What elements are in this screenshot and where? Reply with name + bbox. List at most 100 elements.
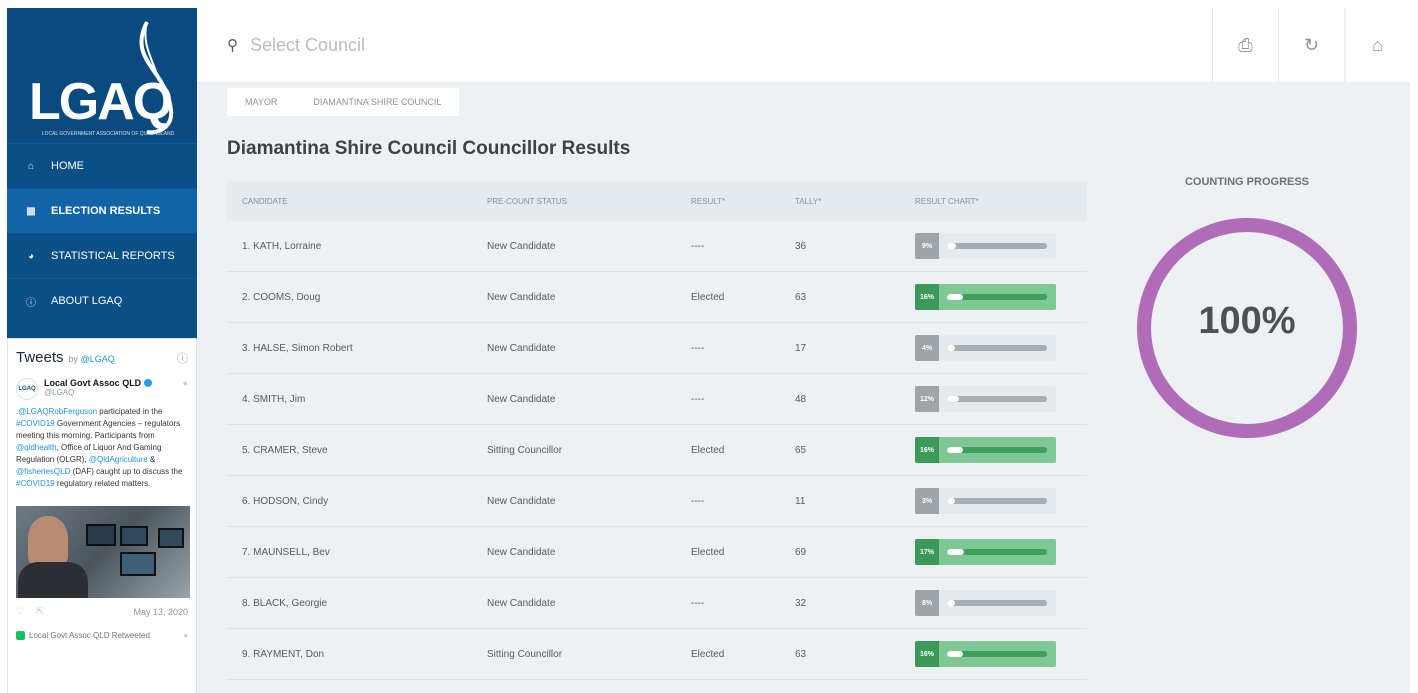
retweet-notice: Local Govt Assoc QLD Retweeted ● [16,631,188,640]
tweet-actions: ♡ ⇱ May 13, 2020 [16,606,188,617]
topbar: ⚲ ⎙ ↻ ⌂ [197,7,1410,83]
result-bar-fill [947,498,955,504]
breadcrumb-item-mayor[interactable]: MAYOR [227,88,295,116]
tweet-link[interactable]: @QldAgriculture [89,455,148,464]
home-button[interactable]: ⌂ [1344,7,1410,83]
result-chart-cell: 16% [915,641,1087,667]
result-bar: 16% [915,641,1056,667]
result-value: Elected [691,291,725,303]
page-title: Diamantina Shire Council Councillor Resu… [227,138,631,159]
tweet-text-fragment: (DAF) caught up to discuss the [70,467,183,476]
twitter-bird-icon[interactable]: ● [183,631,188,640]
tally-value: 63 [795,291,807,303]
result-chart-cell: 9% [915,233,1087,259]
share-icon[interactable]: ⇱ [36,606,44,617]
info-icon: ⓘ [26,297,36,309]
heart-icon[interactable]: ♡ [16,606,24,617]
table-body: 1. KATH, Lorraine New Candidate ---- 36 9% 2.… [227,221,1087,680]
lgaq-logo[interactable]: LGAQ LOCAL GOVERNMENT ASSOCIATION OF QUE… [7,8,197,143]
result-chart-cell: 8% [915,590,1087,616]
sidebar-item-home[interactable]: ⌂ HOME [7,143,197,188]
tweets-by: by @LGAQ [69,354,115,364]
result-bar-track [947,600,1047,606]
result-bar: 3% [915,488,1056,514]
pre-count-status: New Candidate [487,240,556,252]
result-bar-track [947,651,1047,657]
result-percent: 12% [915,386,939,412]
tweets-handle-link[interactable]: @LGAQ [81,354,115,364]
result-chart-cell: 12% [915,386,1087,412]
print-button[interactable]: ⎙ [1212,7,1278,83]
tweet-link[interactable]: #COVID19 [16,419,55,428]
candidate-name: 2. COOMS, Doug [242,291,321,303]
tweet-image[interactable] [16,506,190,598]
result-bar-track [947,396,1047,402]
council-search: ⚲ [197,34,1212,56]
result-chart-cell: 4% [915,335,1087,361]
tweet-link[interactable]: .@LGAQRobFerguson [16,407,97,416]
main-content: Diamantina Shire Council Councillor Resu… [197,116,1410,693]
result-bar: 12% [915,386,1056,412]
candidate-name: 3. HALSE, Simon Robert [242,342,353,354]
avatar: LGAQ [16,378,38,400]
retweet-icon [16,631,25,640]
tweets-by-label: by [68,354,79,364]
column-header-tally: TALLY* [795,196,822,206]
retweet-label: Local Govt Assoc QLD Retweeted [29,631,150,640]
refresh-button[interactable]: ↻ [1278,7,1344,83]
result-bar-track [947,549,1047,555]
tweet-date[interactable]: May 13, 2020 [133,607,188,617]
result-bar-fill [947,549,964,555]
result-value: ---- [691,393,705,405]
tweet-link[interactable]: @qldhealth [16,443,57,452]
progress-ring: 100% [1135,216,1359,440]
search-input[interactable] [250,34,750,56]
result-bar-fill [947,651,963,657]
pre-count-status: New Candidate [487,546,556,558]
result-percent: 3% [915,488,939,514]
tweet-text-fragment: & [147,455,156,464]
result-chart-cell: 16% [915,284,1087,310]
result-bar-track [947,243,1047,249]
result-bar: 17% [915,539,1056,565]
info-icon[interactable]: ⓘ [177,350,188,366]
tally-value: 65 [795,444,807,456]
result-bar-track [947,447,1047,453]
app-window: LGAQ LOCAL GOVERNMENT ASSOCIATION OF QUE… [0,0,1418,693]
tally-value: 69 [795,546,807,558]
tweet-link[interactable]: @fisheriesQLD [16,467,70,476]
sidebar-item-election-results[interactable]: ▩ ELECTION RESULTS [7,188,197,233]
counting-progress: COUNTING PROGRESS 100% [1127,176,1367,440]
column-header-result-chart: RESULT CHART* [915,196,979,206]
result-bar-fill [947,447,963,453]
tweet-author[interactable]: LGAQ Local Govt Assoc QLD @LGAQ ● [16,378,188,400]
twitter-timeline: Tweets by @LGAQ ⓘ LGAQ Local Govt Assoc … [7,338,197,693]
table-row: 6. HODSON, Cindy New Candidate ---- 11 3% [227,476,1087,527]
bar-chart-icon: ▩ [26,205,36,217]
result-chart-cell: 16% [915,437,1087,463]
tweet-link[interactable]: #COVID19 [16,479,55,488]
result-percent: 16% [915,284,939,310]
result-value: Elected [691,444,725,456]
result-chart-cell: 17% [915,539,1087,565]
table-row: 7. MAUNSELL, Bev New Candidate Elected 69 17… [227,527,1087,578]
sidebar-item-statistical-reports[interactable]: ◕ STATISTICAL REPORTS [7,233,197,278]
result-value: ---- [691,597,705,609]
table-row: 5. CRAMER, Steve Sitting Councillor Electe… [227,425,1087,476]
pre-count-status: New Candidate [487,495,556,507]
column-header-candidate: CANDIDATE [242,196,288,206]
sidebar-item-label: ELECTION RESULTS [51,205,161,217]
table-row: 2. COOMS, Doug New Candidate Elected 63 16% [227,272,1087,323]
result-bar-track [947,345,1047,351]
tweets-title: Tweets [16,349,64,366]
table-row: 3. HALSE, Simon Robert New Candidate ---- 1… [227,323,1087,374]
sidebar-item-about-lgaq[interactable]: ⓘ ABOUT LGAQ [7,278,197,323]
table-row: 9. RAYMENT, Don Sitting Councillor Elected… [227,629,1087,680]
print-icon: ⎙ [1238,34,1253,55]
counting-progress-label: COUNTING PROGRESS [1184,176,1310,188]
breadcrumb-item-council[interactable]: DIAMANTINA SHIRE COUNCIL [295,88,459,116]
twitter-bird-icon[interactable]: ● [183,378,188,400]
result-percent: 16% [915,437,939,463]
home-icon: ⌂ [1372,34,1383,55]
logo-subtitle: LOCAL GOVERNMENT ASSOCIATION OF QUEENSLA… [41,131,175,137]
